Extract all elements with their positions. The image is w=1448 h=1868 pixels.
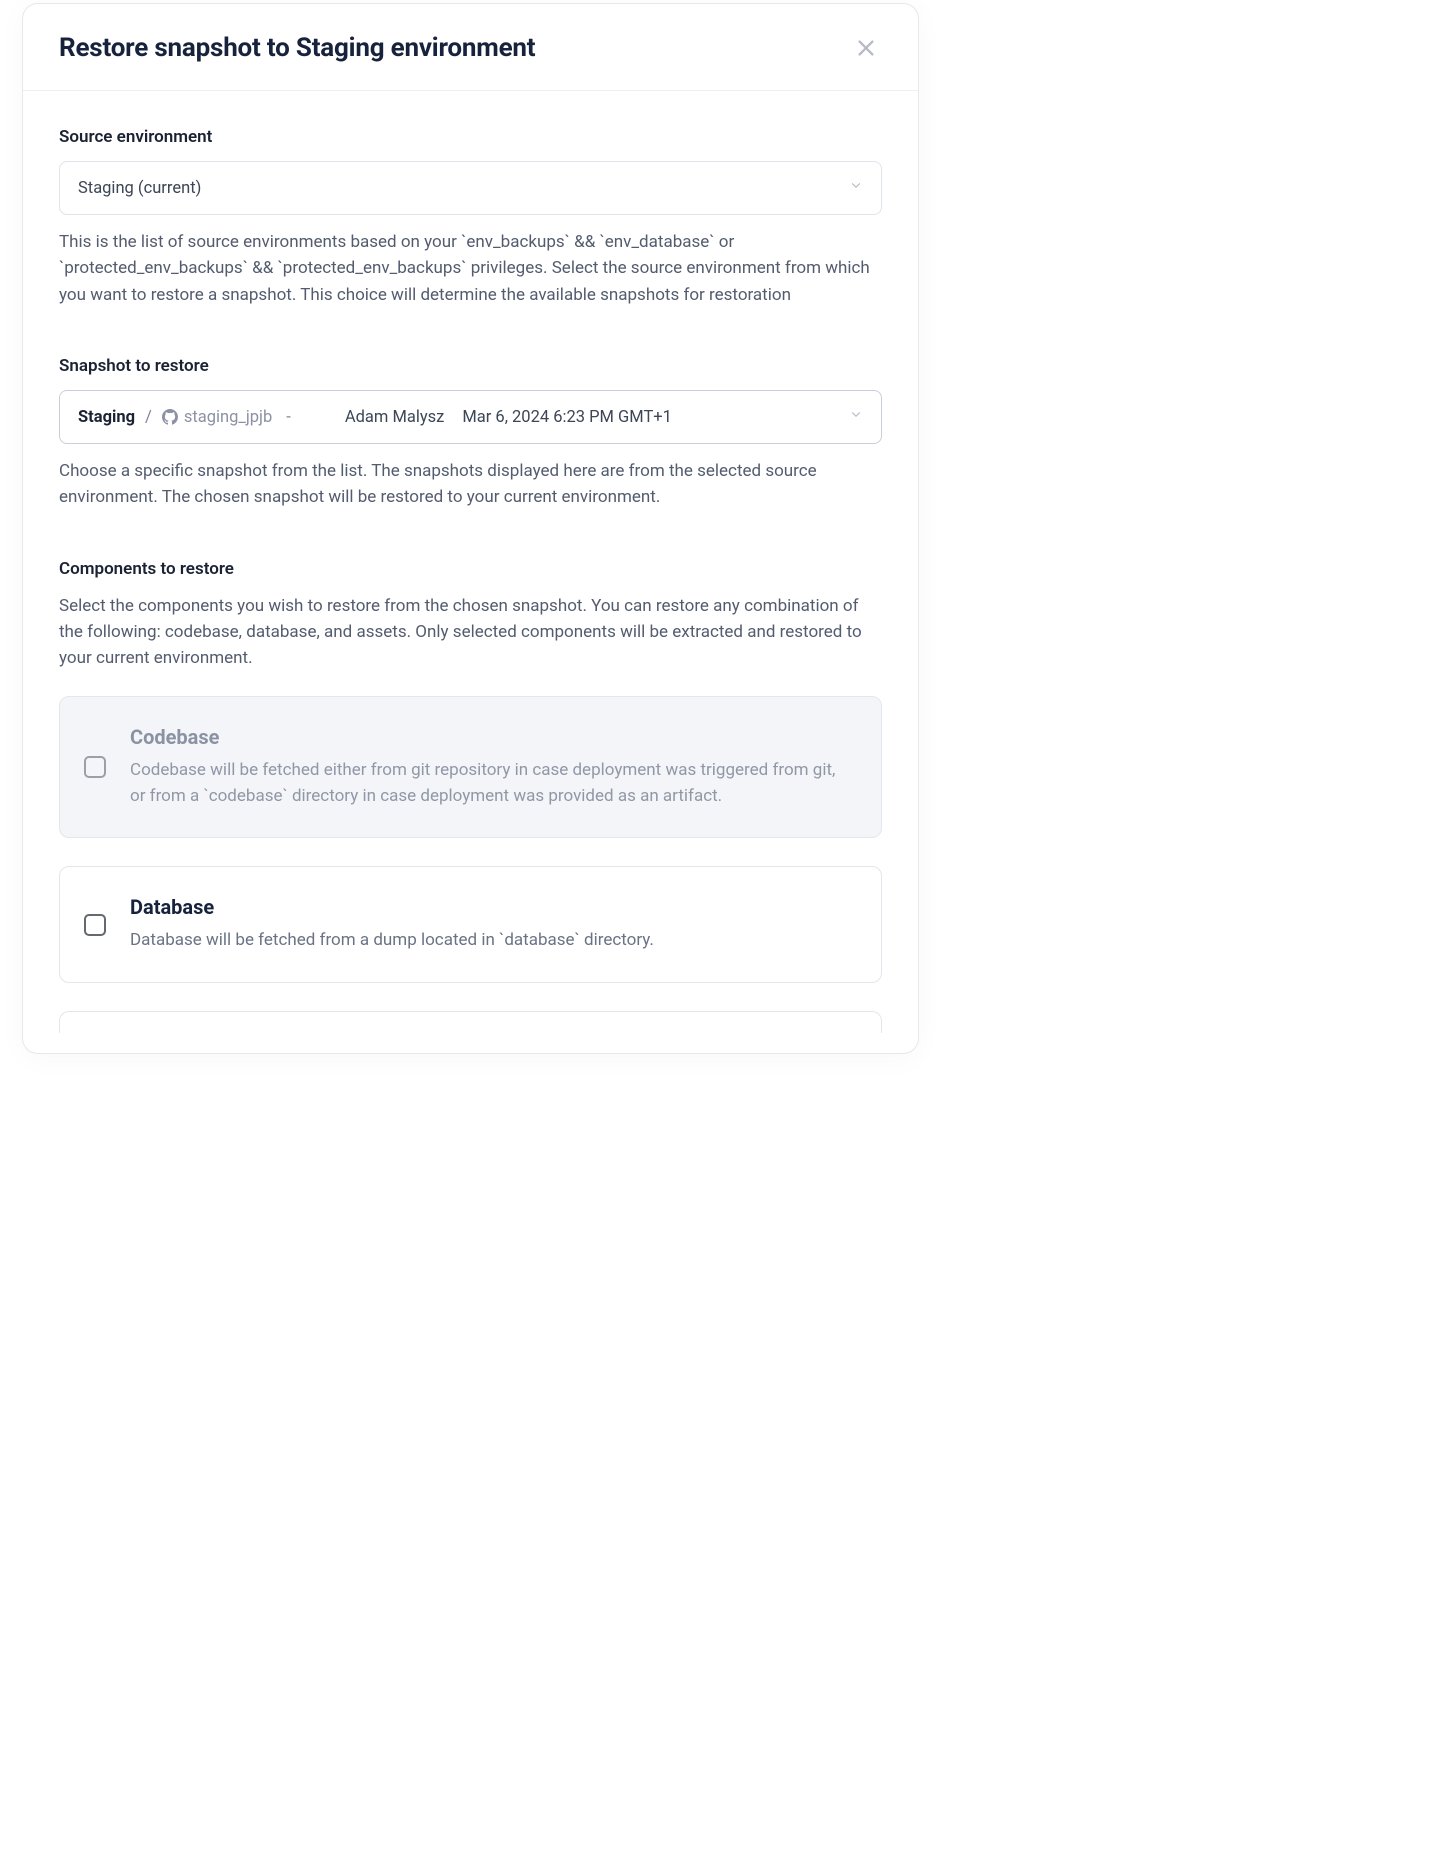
component-database-title: Database xyxy=(130,895,851,919)
component-codebase-desc: Codebase will be fetched either from git… xyxy=(130,757,851,810)
snapshot-help: Choose a specific snapshot from the list… xyxy=(59,458,882,511)
close-icon xyxy=(855,37,877,59)
component-database-desc: Database will be fetched from a dump loc… xyxy=(130,927,851,953)
snapshot-branch-name: staging_jpjb xyxy=(184,408,272,427)
modal-header: Restore snapshot to Staging environment xyxy=(23,4,918,91)
component-next-card-partial xyxy=(59,1011,882,1033)
snapshot-branch: staging_jpjb xyxy=(162,408,272,427)
github-icon xyxy=(162,409,178,425)
snapshot-label: Snapshot to restore xyxy=(59,356,882,376)
source-environment-value: Staging (current) xyxy=(78,179,201,198)
snapshot-author: Adam Malysz xyxy=(345,408,445,427)
close-button[interactable] xyxy=(850,32,882,64)
source-environment-label: Source environment xyxy=(59,127,882,147)
component-codebase-title: Codebase xyxy=(130,725,851,749)
source-environment-section: Source environment Staging (current) Thi… xyxy=(59,127,882,308)
snapshot-dash: - xyxy=(286,408,291,427)
snapshot-env-branch-divider: / xyxy=(145,408,152,427)
modal-title: Restore snapshot to Staging environment xyxy=(59,33,535,63)
components-section: Components to restore Select the compone… xyxy=(59,559,882,1033)
source-environment-help: This is the list of source environments … xyxy=(59,229,882,308)
components-help: Select the components you wish to restor… xyxy=(59,593,882,672)
snapshot-env-name: Staging xyxy=(78,408,135,427)
component-database-checkbox[interactable] xyxy=(84,914,106,936)
modal-body: Source environment Staging (current) Thi… xyxy=(23,91,918,1033)
components-label: Components to restore xyxy=(59,559,882,579)
restore-snapshot-modal: Restore snapshot to Staging environment … xyxy=(22,3,919,1054)
chevron-down-icon xyxy=(849,408,863,427)
component-codebase-body: Codebase Codebase will be fetched either… xyxy=(130,725,851,810)
source-environment-select[interactable]: Staging (current) xyxy=(59,161,882,215)
snapshot-select[interactable]: Staging / staging_jpjb - Adam Malysz Mar… xyxy=(59,390,882,444)
chevron-down-icon xyxy=(849,179,863,198)
component-codebase-card: Codebase Codebase will be fetched either… xyxy=(59,696,882,839)
component-database-body: Database Database will be fetched from a… xyxy=(130,895,851,953)
snapshot-timestamp: Mar 6, 2024 6:23 PM GMT+1 xyxy=(462,408,672,427)
component-codebase-checkbox xyxy=(84,756,106,778)
snapshot-section: Snapshot to restore Staging / staging_jp… xyxy=(59,356,882,511)
component-database-card[interactable]: Database Database will be fetched from a… xyxy=(59,866,882,982)
